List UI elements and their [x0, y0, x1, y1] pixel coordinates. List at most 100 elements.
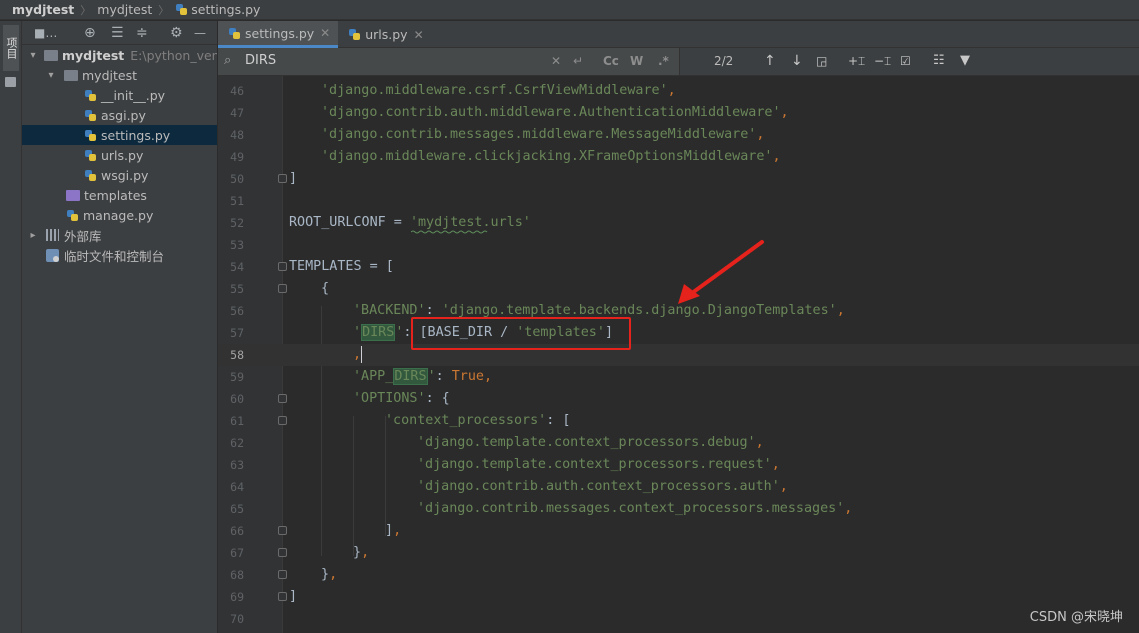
spellcheck-underline: [411, 230, 488, 234]
line-number: 70: [230, 612, 244, 626]
find-bar: ⌕ DIRS ✕ ↵ Cc W .* 2/2 ↑ ↓ ◲ +⌶ −⌶ ☑ ☷ ▼: [218, 48, 1139, 76]
line-number: 64: [230, 480, 244, 494]
add-occurrence-icon[interactable]: +⌶: [848, 52, 865, 70]
tree-item-label: mydjtest: [82, 67, 137, 83]
remove-occurrence-icon[interactable]: −⌶: [874, 52, 891, 70]
tree-item-file[interactable]: __init__.py: [22, 85, 217, 105]
watermark: CSDN @宋晓坤: [1029, 610, 1123, 625]
python-file-icon: [66, 209, 79, 222]
tree-item-scratches[interactable]: 临时文件和控制台: [22, 245, 217, 265]
fold-icon[interactable]: [278, 526, 287, 535]
code-line: 61'context_processors': [: [218, 410, 1139, 432]
fold-icon[interactable]: [278, 416, 287, 425]
filter-search-icon[interactable]: ☷: [933, 52, 945, 70]
code-text: ROOT_URLCONF =: [289, 215, 410, 230]
code-line: 70: [218, 608, 1139, 630]
search-icon[interactable]: ⌕: [224, 53, 231, 68]
line-number: 54: [230, 260, 244, 274]
tree-item-project[interactable]: ▾ mydjtest E:\python_venv\: [22, 45, 217, 65]
code-string: 'BACKEND': [353, 303, 426, 318]
annotation-arrow: [678, 240, 764, 304]
code-string: 'django.contrib.auth.context_processors.…: [417, 479, 780, 494]
line-number: 68: [230, 568, 244, 582]
fold-icon[interactable]: [278, 570, 287, 579]
editor-tabs: settings.py ✕ urls.py ✕: [218, 21, 1139, 48]
code-line: 50]: [218, 168, 1139, 190]
fold-icon[interactable]: [278, 548, 287, 557]
breadcrumb-project[interactable]: mydjtest: [12, 2, 74, 17]
line-number: 69: [230, 590, 244, 604]
arrow-down-icon[interactable]: ↓: [791, 52, 803, 70]
clear-icon[interactable]: ✕: [551, 53, 561, 69]
tree-item-file[interactable]: urls.py: [22, 145, 217, 165]
code-string: 'django.contrib.messages.context_process…: [417, 501, 845, 516]
breadcrumb-folder[interactable]: mydjtest: [97, 2, 152, 17]
code-string: 'django.middleware.clickjacking.XFrameOp…: [321, 149, 773, 164]
line-number: 67: [230, 546, 244, 560]
fold-icon[interactable]: [278, 262, 287, 271]
code-editor[interactable]: 46 'django.middleware.csrf.CsrfViewMiddle…: [218, 76, 1139, 633]
search-input[interactable]: DIRS: [245, 53, 276, 68]
code-line: 69]: [218, 586, 1139, 608]
tab-settings[interactable]: settings.py ✕: [218, 21, 339, 48]
newline-icon[interactable]: ↵: [573, 53, 583, 69]
locate-icon[interactable]: ⊕: [84, 25, 96, 41]
close-icon[interactable]: ✕: [320, 26, 330, 40]
tree-item-package[interactable]: ▾ mydjtest: [22, 65, 217, 85]
tree-item-label: 临时文件和控制台: [64, 248, 165, 264]
code-line: 49 'django.middleware.clickjacking.XFrame…: [218, 146, 1139, 168]
code-line: 57 'DIRS': [BASE_DIR / 'templates']: [218, 322, 1139, 344]
fold-icon[interactable]: [278, 592, 287, 601]
annotation-highlight-box: [411, 317, 631, 350]
tree-item-label: 外部库: [64, 228, 102, 244]
code-string: 'context_processors': [385, 413, 547, 428]
fold-icon[interactable]: [278, 394, 287, 403]
code-line: 46 'django.middleware.csrf.CsrfViewMiddle…: [218, 80, 1139, 102]
project-tree: ▾ mydjtest E:\python_venv\ ▾ mydjtest __…: [22, 45, 217, 265]
expand-all-icon[interactable]: ≑: [136, 25, 148, 41]
tree-item-file-selected[interactable]: settings.py: [22, 125, 217, 145]
filter-icon[interactable]: ▼: [960, 52, 970, 70]
close-icon[interactable]: ✕: [414, 28, 424, 42]
line-number: 55: [230, 282, 244, 296]
tree-item-label: settings.py: [101, 127, 171, 143]
search-field[interactable]: ⌕ DIRS ✕ ↵ Cc W .*: [218, 48, 680, 75]
match-case-button[interactable]: Cc: [603, 53, 619, 69]
regex-button[interactable]: .*: [658, 53, 669, 69]
tool-window-strip: 项目: [0, 21, 22, 633]
words-button[interactable]: W: [630, 53, 643, 69]
chevron-right-icon: 〉: [158, 3, 170, 17]
code-line: 52 ROOT_URLCONF = 'mydjtest.urls': [218, 212, 1139, 234]
panel-title[interactable]: ■…: [34, 25, 57, 41]
select-all-icon[interactable]: ☑: [900, 52, 911, 70]
code-line: 48 'django.contrib.messages.middleware.Me…: [218, 124, 1139, 146]
arrow-up-icon[interactable]: ↑: [764, 52, 776, 70]
tree-item-label: asgi.py: [101, 107, 146, 123]
fold-icon[interactable]: [278, 284, 287, 293]
gear-icon[interactable]: ⚙: [170, 25, 183, 41]
chevron-right-icon[interactable]: ▸: [28, 230, 38, 241]
line-number: 49: [230, 150, 244, 164]
tree-item-file[interactable]: asgi.py: [22, 105, 217, 125]
collapse-all-icon[interactable]: ☰: [111, 25, 124, 41]
project-tool-tab[interactable]: 项目: [3, 25, 19, 71]
folder-icon[interactable]: [5, 77, 16, 87]
line-number: 48: [230, 128, 244, 142]
fold-icon[interactable]: [278, 174, 287, 183]
chevron-down-icon[interactable]: ▾: [28, 50, 38, 61]
tree-item-file[interactable]: wsgi.py: [22, 165, 217, 185]
breadcrumb-file[interactable]: settings.py: [191, 2, 260, 17]
tab-urls[interactable]: urls.py ✕: [338, 21, 431, 48]
python-file-icon: [84, 129, 97, 142]
hide-icon[interactable]: —: [194, 25, 206, 41]
chevron-down-icon[interactable]: ▾: [46, 70, 56, 81]
select-all-occurrences-icon[interactable]: ◲: [816, 52, 827, 70]
code-line: 65 'django.contrib.messages.context_proce…: [218, 498, 1139, 520]
search-match: DIRS: [393, 368, 428, 385]
tree-item-external-libraries[interactable]: ▸ 外部库: [22, 225, 217, 245]
code-line: 67},: [218, 542, 1139, 564]
tree-item-folder[interactable]: templates: [22, 185, 217, 205]
line-number: 47: [230, 106, 244, 120]
tree-item-file[interactable]: manage.py: [22, 205, 217, 225]
tree-item-label: manage.py: [83, 207, 154, 223]
